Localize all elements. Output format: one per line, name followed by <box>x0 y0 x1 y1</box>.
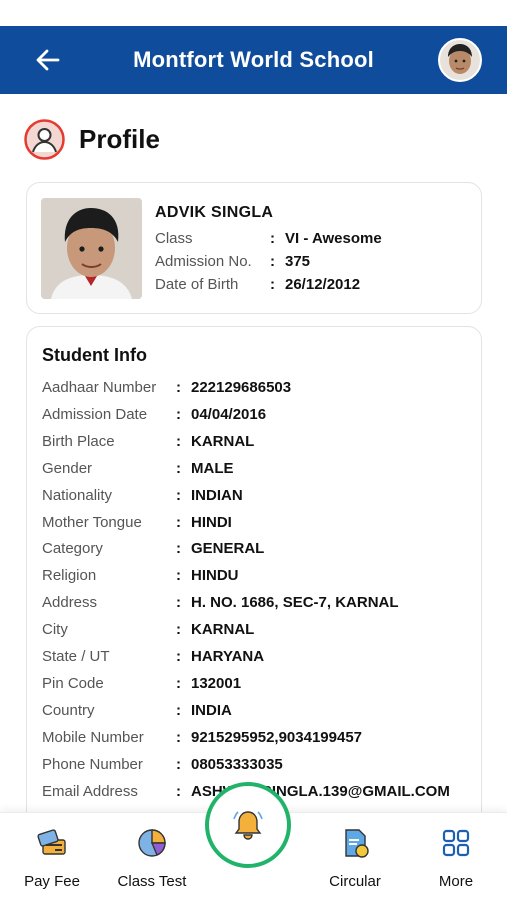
info-value: 9215295952,9034199457 <box>191 728 363 746</box>
info-label: Email Address <box>42 782 138 800</box>
info-label: Country <box>42 701 95 719</box>
info-row: Phone Number:08053333035 <box>42 756 472 776</box>
app-title: Montfort World School <box>133 47 374 72</box>
info-value: KARNAL <box>191 621 255 639</box>
colon: : <box>176 594 181 612</box>
info-label: Birth Place <box>42 432 115 450</box>
colon: : <box>270 230 275 247</box>
colon: : <box>176 728 181 746</box>
colon: : <box>176 701 181 719</box>
colon: : <box>176 782 181 800</box>
info-label: Mobile Number <box>42 728 144 746</box>
user-avatar[interactable] <box>438 38 482 82</box>
summary-label: Admission No. <box>155 253 252 270</box>
info-row: Address: H. NO. 1686, SEC-7, KARNAL <box>42 594 472 614</box>
page-header: Profile <box>24 117 160 161</box>
info-label: Phone Number <box>42 755 143 773</box>
class-test-icon <box>138 829 166 857</box>
nav-class-test[interactable]: Class Test <box>102 813 202 900</box>
info-value: HARYANA <box>191 648 265 665</box>
info-row: Country: INDIA <box>42 702 472 722</box>
info-label: Admission Date <box>42 405 148 423</box>
nav-label: Circular <box>329 873 381 890</box>
colon: : <box>176 621 181 639</box>
colon: : <box>176 567 181 585</box>
info-row: Birth Place: KARNAL <box>42 433 472 453</box>
nav-label: More <box>438 873 474 890</box>
summary-value: 26/12/2012 <box>285 276 361 293</box>
page-title: Profile <box>79 123 160 154</box>
app-bar: Montfort World School <box>0 26 507 94</box>
nav-more[interactable]: More <box>406 813 506 900</box>
info-row: Religion: HINDU <box>42 567 472 587</box>
more-grid-icon <box>442 829 470 857</box>
nav-label: Class Test <box>117 873 187 890</box>
colon: : <box>176 405 181 423</box>
info-value: INDIA <box>191 701 232 719</box>
info-row: State / UT: HARYANA <box>42 648 472 668</box>
info-value: 08053333035 <box>191 755 283 773</box>
student-summary-card: ADVIK SINGLA Class : VI - Awesome Admiss… <box>26 182 482 314</box>
info-row: Mobile Number:9215295952,9034199457 <box>42 729 472 749</box>
summary-label: Class <box>155 230 193 247</box>
profile-icon <box>24 118 65 160</box>
student-info-title: Student Info <box>42 345 147 365</box>
nav-circular[interactable]: Circular <box>305 813 405 900</box>
info-row: Category: GENERAL <box>42 540 472 560</box>
colon: : <box>176 755 181 773</box>
colon: : <box>176 513 181 531</box>
info-value: KARNAL <box>191 432 255 450</box>
info-row: Admission Date:04/04/2016 <box>42 406 472 426</box>
info-value: INDIAN <box>191 486 243 504</box>
info-row: Pin Code:132001 <box>42 675 472 695</box>
student-photo <box>41 198 142 299</box>
info-value: MALE <box>191 459 234 477</box>
info-row: Mother Tongue: HINDI <box>42 514 472 534</box>
info-row: Aadhaar Number:222129686503 <box>42 379 472 399</box>
colon: : <box>176 486 181 504</box>
info-value: 132001 <box>191 674 242 692</box>
student-name: ADVIK SINGLA <box>155 204 274 221</box>
info-label: Address <box>42 594 98 612</box>
info-row: City: KARNAL <box>42 621 472 641</box>
bell-icon <box>233 811 263 840</box>
info-value: 222129686503 <box>191 379 292 396</box>
info-value: HINDU <box>191 567 239 585</box>
colon: : <box>176 432 181 450</box>
summary-value: 375 <box>285 253 311 270</box>
info-label: Pin Code <box>42 674 104 692</box>
info-value: H. NO. 1686, SEC-7, KARNAL <box>191 594 399 612</box>
info-value: HINDI <box>191 513 232 531</box>
notifications-button[interactable] <box>205 782 291 868</box>
colon: : <box>270 276 275 293</box>
colon: : <box>176 674 181 692</box>
info-label: Category <box>42 540 103 558</box>
info-label: City <box>42 621 68 639</box>
colon: : <box>270 253 275 270</box>
info-value: GENERAL <box>191 540 265 558</box>
info-label: State / UT <box>42 648 110 665</box>
student-info-card: Student Info Aadhaar Number:222129686503… <box>26 326 482 826</box>
info-label: Mother Tongue <box>42 513 142 531</box>
summary-label: Date of Birth <box>155 276 239 293</box>
info-label: Religion <box>42 567 97 585</box>
nav-label: Pay Fee <box>24 873 80 890</box>
info-row: Gender: MALE <box>42 460 472 480</box>
nav-pay-fee[interactable]: Pay Fee <box>2 813 102 900</box>
info-label: Gender <box>42 459 93 477</box>
colon: : <box>176 648 181 665</box>
colon: : <box>176 540 181 558</box>
info-row: Nationality: INDIAN <box>42 487 472 507</box>
pay-fee-icon <box>37 829 66 855</box>
colon: : <box>176 379 181 396</box>
status-bar <box>0 0 507 26</box>
info-label: Aadhaar Number <box>42 379 157 396</box>
colon: : <box>176 459 181 477</box>
summary-value: VI - Awesome <box>285 230 382 247</box>
info-value: 04/04/2016 <box>191 405 267 423</box>
info-label: Nationality <box>42 486 113 504</box>
circular-icon <box>345 829 369 858</box>
